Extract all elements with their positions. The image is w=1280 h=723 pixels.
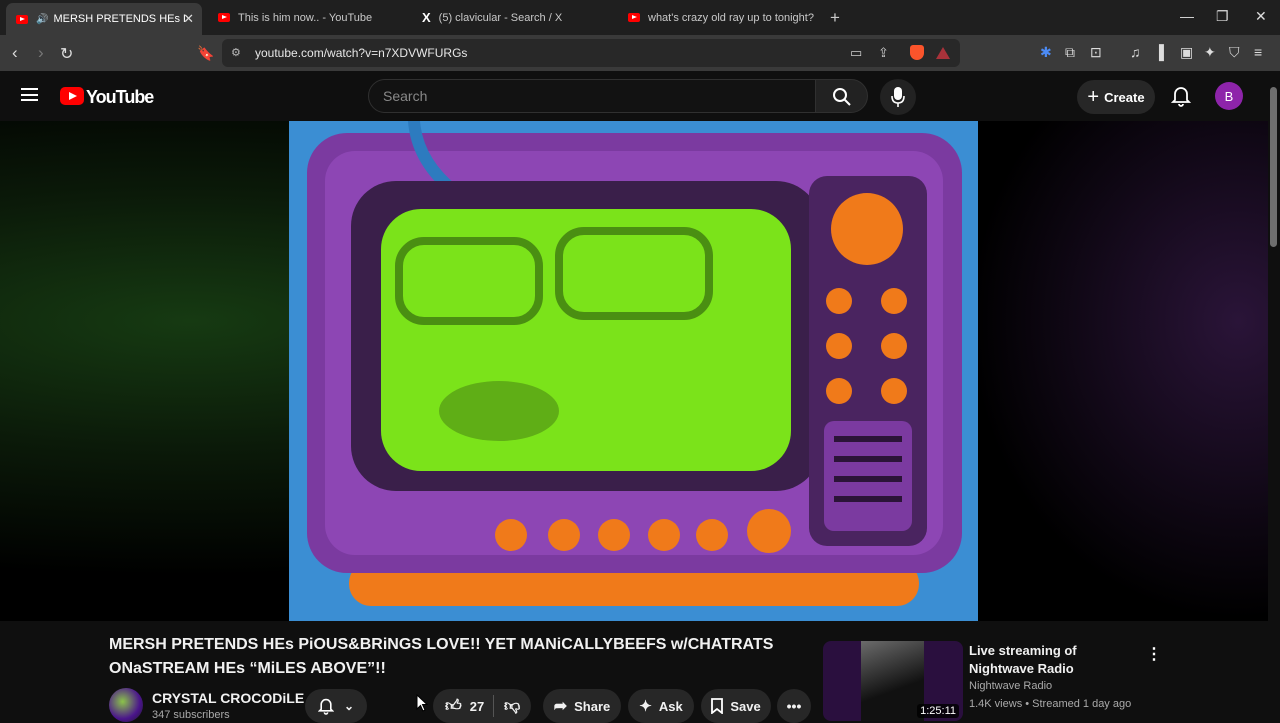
- channel-avatar[interactable]: [109, 688, 143, 722]
- tab-title: This is him now.. - YouTube: [238, 11, 373, 24]
- extension-icon[interactable]: ✱: [1040, 44, 1052, 61]
- like-button[interactable]: 👍︎ 27: [433, 697, 493, 716]
- browser-tab[interactable]: This is him now.. - YouTube: [208, 4, 404, 31]
- brave-shields-icon[interactable]: [910, 45, 924, 60]
- youtube-favicon-icon: [628, 13, 640, 22]
- search-input[interactable]: [383, 88, 803, 104]
- close-tab-icon[interactable]: ✕: [183, 11, 194, 27]
- thumbs-up-icon: 👍︎: [445, 697, 462, 715]
- guide-menu-icon[interactable]: [21, 88, 38, 101]
- video-frame[interactable]: [289, 115, 978, 621]
- x-favicon-icon: X: [422, 10, 431, 25]
- create-button[interactable]: + Create: [1077, 80, 1155, 114]
- menu-icon[interactable]: ≡: [1254, 44, 1262, 60]
- plus-icon: +: [1087, 85, 1100, 108]
- share-icon: ➦: [553, 698, 568, 715]
- share-label: Share: [574, 698, 611, 714]
- share-page-icon[interactable]: ⇪: [878, 45, 889, 61]
- like-dislike-group: 👍︎ 27 👎︎: [433, 689, 531, 723]
- youtube-header: YouTube + Create B: [0, 71, 1268, 121]
- bell-icon: [317, 698, 334, 715]
- save-button[interactable]: Save: [701, 689, 771, 723]
- like-count: 27: [469, 698, 485, 714]
- video-player[interactable]: [0, 115, 1268, 621]
- chevron-down-icon: ⌄: [343, 699, 355, 713]
- address-bar[interactable]: ⚙ youtube.com/watch?v=n7XDVWFURGs ▭ ⇪: [222, 39, 960, 67]
- scrollbar-thumb[interactable]: [1270, 87, 1277, 247]
- thumbs-down-icon: 👎︎: [504, 697, 521, 715]
- create-label: Create: [1104, 89, 1145, 105]
- browser-tab-active[interactable]: 🔊 MERSH PRETENDS HEs PiOUS ✕: [6, 3, 202, 35]
- puzzle-extensions-icon[interactable]: ⧉: [1065, 44, 1075, 61]
- share-button[interactable]: ➦ Share: [543, 689, 621, 723]
- tab-title: MERSH PRETENDS HEs PiOUS: [53, 13, 185, 25]
- dislike-button[interactable]: 👎︎: [494, 697, 520, 716]
- page-scrollbar[interactable]: [1268, 71, 1280, 720]
- account-avatar[interactable]: B: [1215, 82, 1243, 110]
- search-icon: [833, 88, 851, 106]
- site-info-icon[interactable]: ⚙: [231, 46, 241, 59]
- reload-icon[interactable]: ↻: [60, 44, 73, 64]
- more-horizontal-icon: •••: [786, 698, 802, 714]
- youtube-favicon-icon: [218, 13, 230, 22]
- save-bookmark-icon: [711, 698, 724, 714]
- browser-tab-strip: 🔊 MERSH PRETENDS HEs PiOUS ✕ This is him…: [0, 0, 1280, 35]
- thumbnail-image: [861, 641, 924, 721]
- new-tab-icon[interactable]: +: [830, 8, 840, 28]
- cast-icon[interactable]: ▭: [850, 45, 862, 61]
- subscription-notifications-button[interactable]: ⌄: [305, 689, 367, 723]
- recommended-meta: 1.4K views • Streamed 1 day ago: [969, 698, 1132, 710]
- forward-icon[interactable]: ›: [38, 43, 44, 63]
- youtube-logo-text[interactable]: YouTube: [86, 87, 154, 108]
- vpn-icon[interactable]: ⛉: [1229, 44, 1240, 61]
- ask-label: Ask: [658, 698, 683, 714]
- youtube-favicon-icon: [16, 14, 28, 24]
- bookmark-icon[interactable]: 🔖: [197, 45, 214, 62]
- recommended-video-title[interactable]: Live streaming of Nightwave Radio: [969, 642, 1139, 678]
- browser-tab[interactable]: X (5) clavicular - Search / X: [410, 4, 610, 31]
- screenshot-icon[interactable]: ⊡: [1090, 44, 1102, 61]
- voice-search-button[interactable]: [880, 79, 916, 115]
- ambient-glow: [968, 121, 1268, 621]
- search-button[interactable]: [815, 79, 868, 113]
- save-label: Save: [730, 698, 761, 714]
- speaker-icon[interactable]: 🔊: [36, 14, 48, 25]
- brave-rewards-icon[interactable]: [936, 47, 950, 59]
- tab-title: (5) clavicular - Search / X: [438, 11, 563, 24]
- video-duration: 1:25:11: [917, 704, 959, 718]
- channel-name[interactable]: CRYSTAL CROCODiLE: [152, 690, 304, 706]
- notifications-bell-icon[interactable]: [1171, 85, 1191, 107]
- sparkle-icon: ✦: [639, 698, 652, 715]
- url-text: youtube.com/watch?v=n7XDVWFURGs: [255, 46, 468, 60]
- recommended-channel[interactable]: Nightwave Radio: [969, 680, 1052, 692]
- back-icon[interactable]: ‹: [12, 43, 18, 63]
- restore-icon[interactable]: ❐: [1216, 8, 1229, 25]
- wallet-icon[interactable]: ▣: [1180, 44, 1193, 61]
- search-box: [368, 79, 816, 113]
- window-close-icon[interactable]: ✕: [1255, 8, 1267, 25]
- minimize-icon[interactable]: —: [1180, 8, 1194, 24]
- ask-button[interactable]: ✦ Ask: [628, 689, 694, 723]
- leo-ai-icon[interactable]: ✦: [1204, 44, 1216, 61]
- browser-tab[interactable]: what's crazy old ray up to tonight? (g: [618, 4, 818, 31]
- browser-toolbar: ‹ › ↻ 🔖 ⚙ youtube.com/watch?v=n7XDVWFURG…: [0, 35, 1280, 71]
- sidebar-icon[interactable]: ▐: [1154, 44, 1164, 60]
- more-vertical-icon[interactable]: ⋮: [1146, 644, 1162, 664]
- media-icon[interactable]: ♫: [1130, 44, 1141, 60]
- claymation-tv-thumbnail: [307, 115, 962, 606]
- recommended-video-thumbnail[interactable]: 1:25:11: [823, 641, 963, 721]
- microphone-icon: [891, 87, 905, 107]
- youtube-logo-icon[interactable]: [60, 87, 84, 105]
- subscriber-count: 347 subscribers: [152, 709, 230, 721]
- video-title: MERSH PRETENDS HEs PiOUS&BRiNGS LOVE!! Y…: [109, 636, 774, 677]
- tab-title: what's crazy old ray up to tonight? (g: [648, 11, 814, 24]
- more-actions-button[interactable]: •••: [777, 689, 811, 723]
- mouse-cursor-icon: [416, 694, 428, 712]
